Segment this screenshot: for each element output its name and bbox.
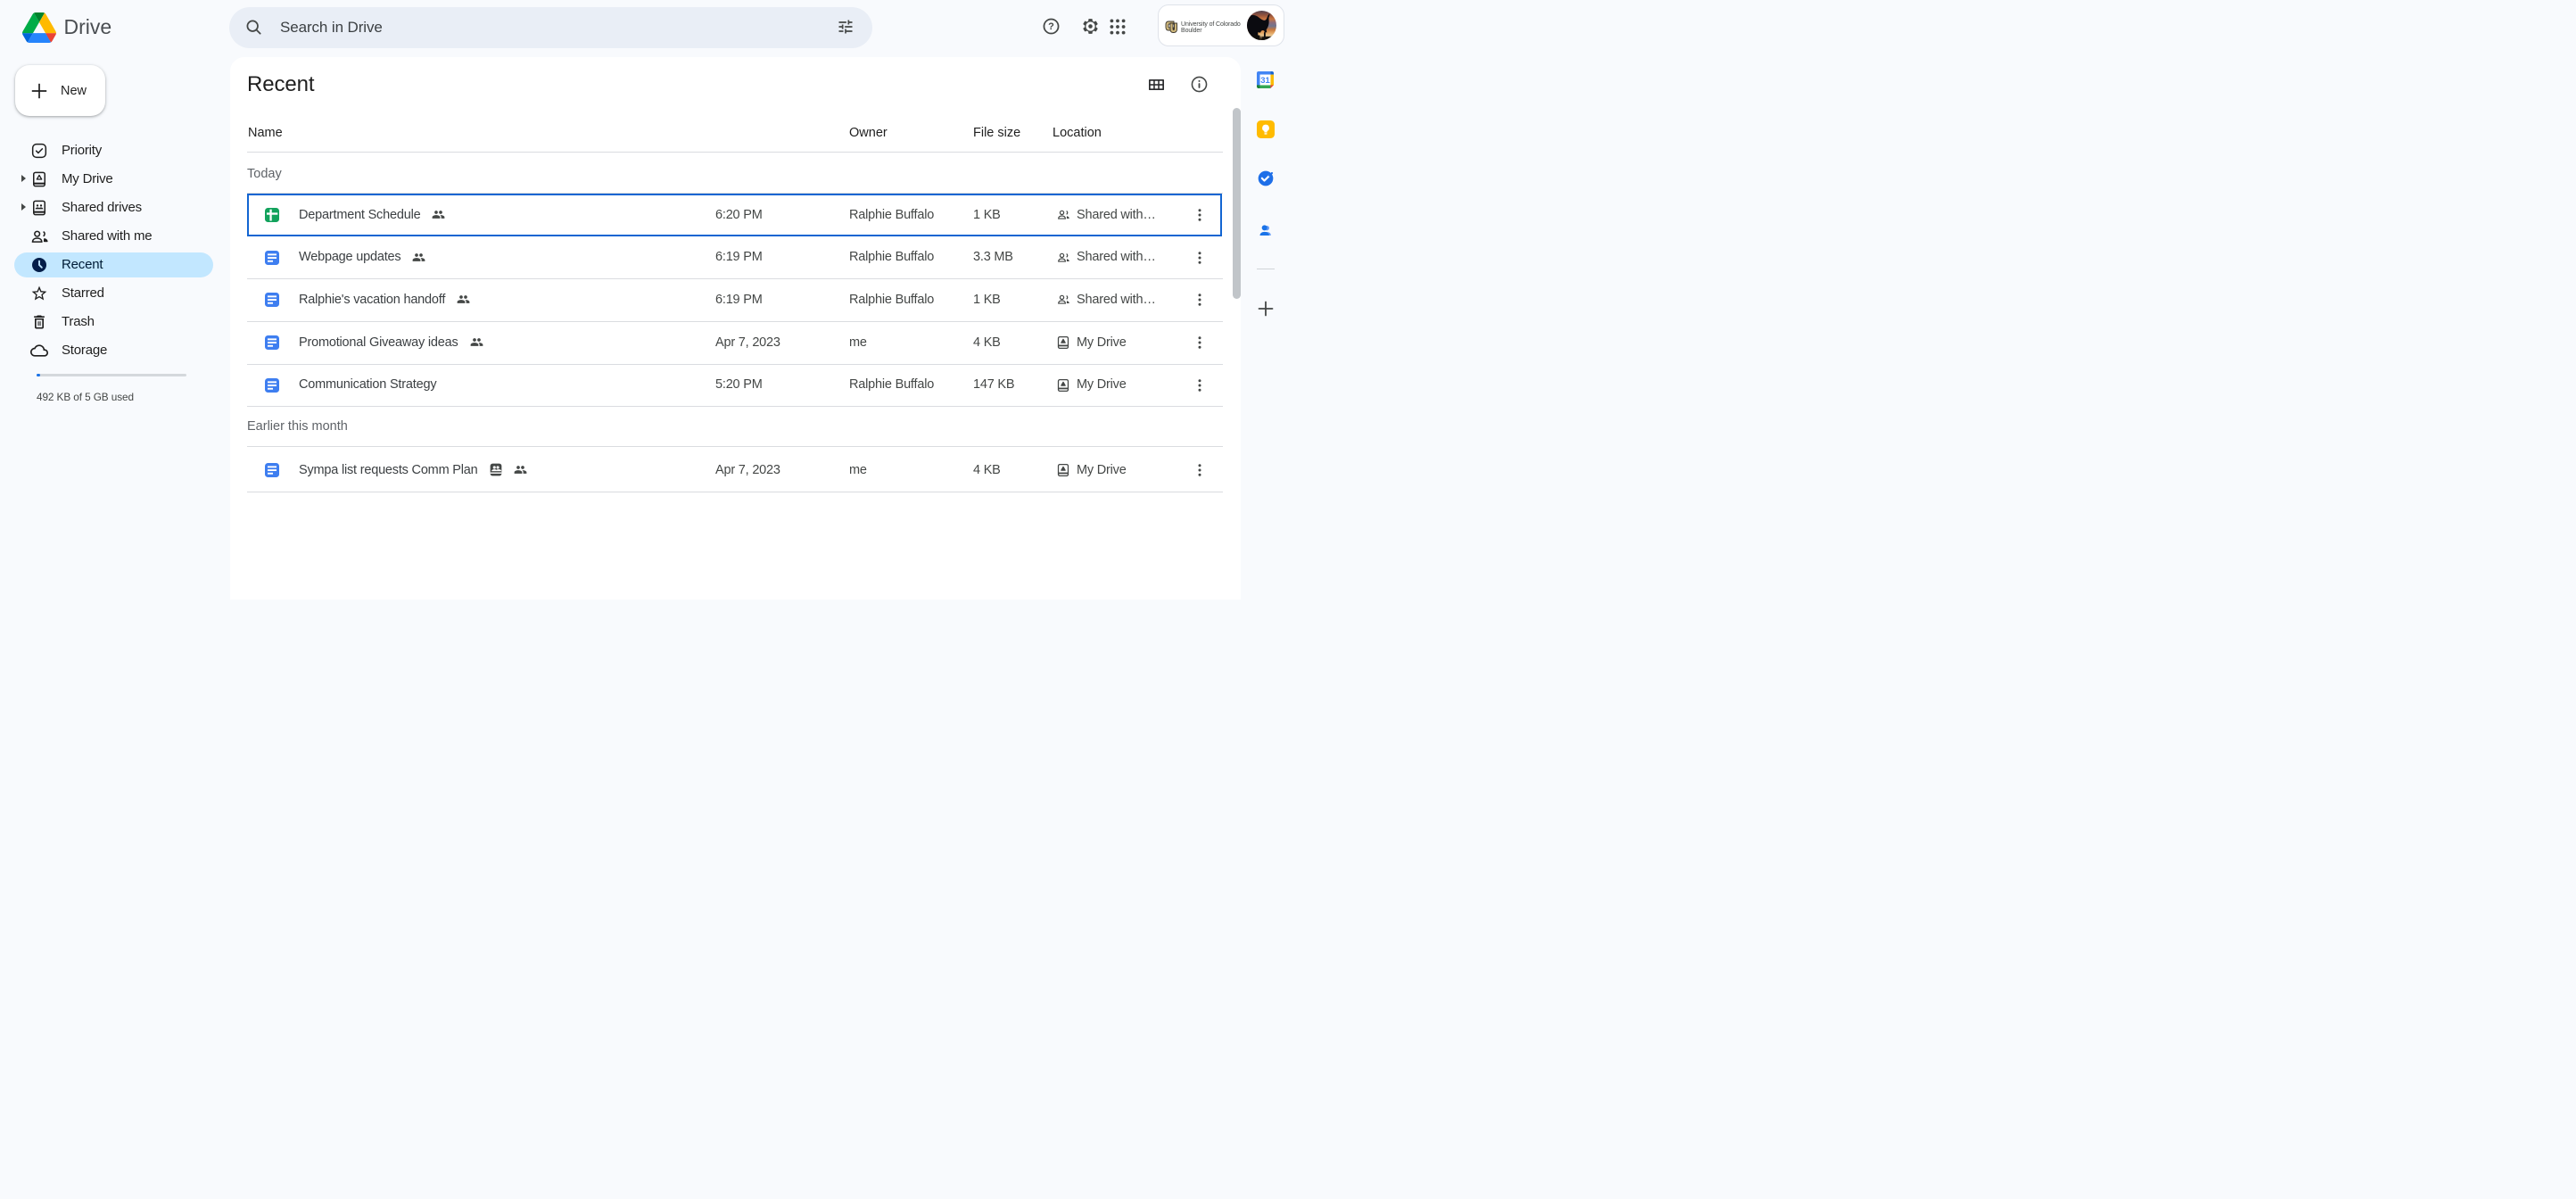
svg-text:?: ? [1048,21,1054,32]
svg-text:31: 31 [1260,76,1270,86]
